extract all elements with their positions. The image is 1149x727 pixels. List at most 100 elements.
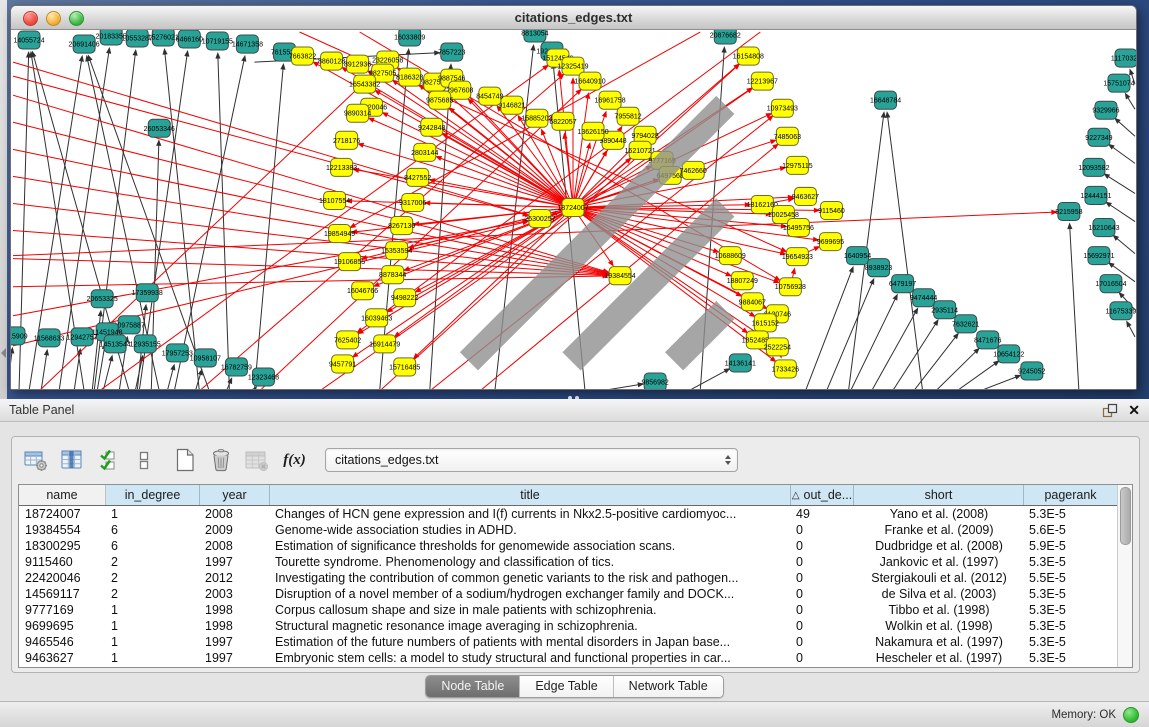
show-columns-icon[interactable] [58, 447, 85, 474]
cell-short: Dudbridge et al. (2008) [854, 538, 1024, 554]
cell-title: Tourette syndrome. Phenomenology and cla… [270, 554, 791, 570]
cell-title: Changes of HCN gene expression and I(f) … [270, 506, 791, 522]
cell-pagerank: 5.3E-5 [1024, 634, 1118, 650]
cell-year: 2003 [200, 586, 270, 602]
table-row[interactable]: 1938455462009Genome-wide association stu… [19, 522, 1118, 538]
cell-in_degree: 6 [106, 538, 200, 554]
float-panel-icon[interactable] [1102, 403, 1118, 418]
column-header-title[interactable]: title [270, 485, 791, 505]
cell-name: 9115460 [19, 554, 106, 570]
column-header-in-degree[interactable]: in_degree [106, 485, 200, 505]
attribute-table: name in_degree year title △out_de... sho… [18, 484, 1133, 668]
table-row[interactable]: 1872400712008Changes of HCN gene express… [19, 506, 1118, 522]
cell-year: 1997 [200, 554, 270, 570]
table-panel-box: f(x) citations_edges.txt name in_degree … [11, 436, 1140, 673]
resize-grip-icon[interactable] [10, 28, 1134, 387]
zoom-button[interactable] [69, 11, 84, 26]
table-tabs-bar: Node Table Edge Table Network Table [0, 675, 1149, 698]
cell-name: 22420046 [19, 570, 106, 586]
table-body: 1872400712008Changes of HCN gene express… [19, 506, 1118, 666]
cell-out_degree: 49 [791, 506, 854, 522]
delete-columns-icon[interactable] [207, 447, 234, 474]
cell-title: Disruption of a novel member of a sodium… [270, 586, 791, 602]
cell-year: 1998 [200, 618, 270, 634]
cell-year: 1997 [200, 650, 270, 666]
table-panel: Table Panel ✕ [0, 399, 1149, 727]
cell-out_degree: 0 [791, 634, 854, 650]
table-toolbar: f(x) citations_edges.txt [12, 437, 1139, 483]
close-panel-icon[interactable]: ✕ [1128, 403, 1140, 417]
cell-in_degree: 1 [106, 634, 200, 650]
cell-in_degree: 1 [106, 650, 200, 666]
tab-node-table[interactable]: Node Table [426, 676, 520, 697]
cell-pagerank: 5.3E-5 [1024, 650, 1118, 666]
cell-short: Yano et al. (2008) [854, 506, 1024, 522]
tab-network-table[interactable]: Network Table [614, 676, 723, 697]
cell-in_degree: 2 [106, 570, 200, 586]
cell-in_degree: 2 [106, 586, 200, 602]
status-bar: Memory: OK [0, 701, 1149, 727]
select-columns-icon[interactable] [94, 447, 121, 474]
memory-status-label: Memory: OK [1051, 709, 1116, 721]
cell-title: Structural magnetic resonance image aver… [270, 618, 791, 634]
memory-status-indicator[interactable] [1123, 707, 1139, 723]
network-canvas[interactable]: 1405572420691406201833551055328715276021… [11, 30, 1136, 389]
table-scrollbar[interactable] [1117, 485, 1132, 667]
table-row[interactable]: 1830029562008Estimation of significance … [19, 538, 1118, 554]
table-mode-icon[interactable] [22, 447, 49, 474]
cell-out_degree: 0 [791, 618, 854, 634]
cell-in_degree: 1 [106, 618, 200, 634]
cell-year: 1997 [200, 634, 270, 650]
create-column-icon[interactable] [171, 447, 198, 474]
column-header-pagerank[interactable]: pagerank [1024, 485, 1118, 505]
row-height-icon[interactable] [130, 447, 157, 474]
network-view-area: citations_edges.txt 14055724206914062018… [0, 0, 1149, 399]
cell-year: 1998 [200, 602, 270, 618]
cell-in_degree: 1 [106, 602, 200, 618]
cell-short: Nakamura et al. (1997) [854, 634, 1024, 650]
cell-in_degree: 2 [106, 554, 200, 570]
cell-in_degree: 1 [106, 506, 200, 522]
cell-title: Corpus callosum shape and size in male p… [270, 602, 791, 618]
cell-year: 2009 [200, 522, 270, 538]
cell-pagerank: 5.5E-5 [1024, 570, 1118, 586]
collapsed-panel-arrow-icon[interactable] [1, 348, 6, 358]
column-header-name[interactable]: name [19, 485, 106, 505]
traffic-lights [23, 11, 84, 26]
cell-title: Embryonic stem cells: a model to study s… [270, 650, 791, 666]
table-row[interactable]: 977716911998Corpus callosum shape and si… [19, 602, 1118, 618]
cell-name: 9465546 [19, 634, 106, 650]
column-header-out-degree[interactable]: △out_de... [791, 485, 854, 505]
minimize-button[interactable] [46, 11, 61, 26]
cell-title: Estimation of the future numbers of pati… [270, 634, 791, 650]
table-row[interactable]: 911546021997Tourette syndrome. Phenomeno… [19, 554, 1118, 570]
cell-pagerank: 5.6E-5 [1024, 522, 1118, 538]
table-row[interactable]: 969969511998Structural magnetic resonanc… [19, 618, 1118, 634]
cell-pagerank: 5.3E-5 [1024, 586, 1118, 602]
cell-year: 2012 [200, 570, 270, 586]
table-header-row: name in_degree year title △out_de... sho… [19, 485, 1118, 506]
scrollbar-thumb[interactable] [1120, 487, 1131, 545]
column-header-year[interactable]: year [200, 485, 270, 505]
cell-year: 2008 [200, 538, 270, 554]
cell-short: Jankovic et al. (1997) [854, 554, 1024, 570]
table-row[interactable]: 946554611997Estimation of the future num… [19, 634, 1118, 650]
table-row[interactable]: 1456911722003Disruption of a novel membe… [19, 586, 1118, 602]
column-header-short[interactable]: short [854, 485, 1024, 505]
cell-out_degree: 0 [791, 554, 854, 570]
cell-pagerank: 5.3E-5 [1024, 506, 1118, 522]
cell-short: Hescheler et al. (1997) [854, 650, 1024, 666]
cell-pagerank: 5.3E-5 [1024, 618, 1118, 634]
table-row[interactable]: 946362711997Embryonic stem cells: a mode… [19, 650, 1118, 666]
delete-table-icon[interactable] [243, 447, 270, 474]
cell-short: Franke et al. (2009) [854, 522, 1024, 538]
cell-short: Stergiakouli et al. (2012) [854, 570, 1024, 586]
tab-edge-table[interactable]: Edge Table [520, 676, 613, 697]
function-builder-icon[interactable]: f(x) [279, 447, 310, 474]
table-row[interactable]: 2242004622012Investigating the contribut… [19, 570, 1118, 586]
window-titlebar[interactable]: citations_edges.txt [11, 6, 1136, 30]
close-button[interactable] [23, 11, 38, 26]
cell-out_degree: 0 [791, 602, 854, 618]
table-selector-dropdown[interactable]: citations_edges.txt [325, 448, 738, 472]
cell-title: Investigating the contribution of common… [270, 570, 791, 586]
